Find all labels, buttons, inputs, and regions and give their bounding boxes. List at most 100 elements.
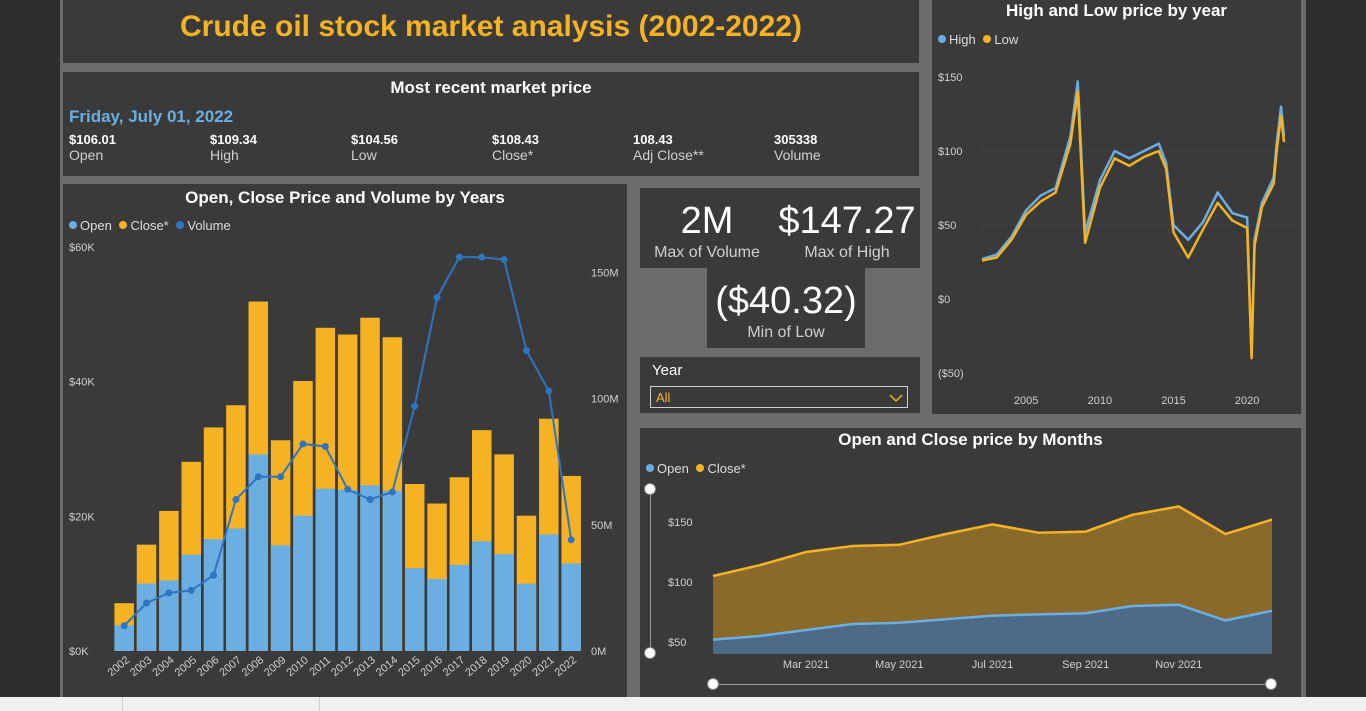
x-tick-label: 2014 bbox=[374, 654, 400, 679]
x-tick-label: 2012 bbox=[329, 654, 355, 679]
volume-point bbox=[210, 571, 218, 579]
chevron-down-icon[interactable] bbox=[889, 393, 903, 403]
x-tick-label: 2016 bbox=[419, 654, 445, 679]
x-tick-label: 2020 bbox=[1235, 395, 1259, 407]
year-dropdown[interactable]: All bbox=[650, 386, 908, 408]
bar-open bbox=[382, 490, 403, 651]
x-tick-label: 2002 bbox=[106, 654, 132, 679]
x-tick-label: Mar 2021 bbox=[783, 659, 829, 671]
bar-open bbox=[404, 568, 425, 651]
x-tick-label: 2019 bbox=[486, 654, 512, 679]
volume-point bbox=[388, 488, 396, 496]
volume-point bbox=[433, 294, 441, 301]
y-tick-label: $50 bbox=[668, 637, 686, 649]
volume-point bbox=[299, 440, 307, 448]
x-tick-label: 2003 bbox=[128, 654, 154, 679]
vertical-zoom-handle-top[interactable] bbox=[644, 483, 656, 495]
stat-label: Volume bbox=[774, 147, 821, 163]
left-margin bbox=[0, 0, 60, 697]
y-tick-label: $150 bbox=[938, 72, 962, 84]
x-tick-label: 2005 bbox=[1014, 395, 1038, 407]
bar-open bbox=[539, 534, 559, 651]
volume-point bbox=[455, 253, 463, 261]
stat-value: 108.43 bbox=[633, 132, 673, 147]
x-tick-label: 2017 bbox=[441, 654, 467, 679]
x-tick-label: 2018 bbox=[463, 654, 489, 679]
kpi-low-card: ($40.32) Min of Low bbox=[707, 268, 865, 348]
recent-date: Friday, July 01, 2022 bbox=[69, 107, 234, 126]
y-tick-label: $150 bbox=[668, 517, 692, 529]
kpi-max-volume-value: 2M bbox=[680, 200, 734, 242]
volume-point bbox=[165, 589, 173, 597]
y-tick-label-left: $20K bbox=[69, 511, 95, 523]
volume-point bbox=[321, 442, 329, 450]
high-low-panel: High and Low price by year High Low ($50… bbox=[932, 0, 1301, 414]
horizontal-zoom-handle-left[interactable] bbox=[707, 678, 719, 690]
series-line-low bbox=[981, 90, 1286, 360]
recent-price-title: Most recent market price bbox=[390, 78, 592, 97]
x-tick-label: May 2021 bbox=[875, 659, 923, 671]
kpi-max-high-value: $147.27 bbox=[778, 200, 916, 242]
bar-open bbox=[315, 488, 336, 651]
x-tick-label: 2015 bbox=[1161, 395, 1185, 407]
volume-point bbox=[254, 473, 262, 481]
recent-price-card: Most recent market price Friday, July 01… bbox=[63, 72, 919, 176]
y-tick-label: $100 bbox=[668, 577, 692, 589]
horizontal-zoom-handle-right[interactable] bbox=[1265, 678, 1277, 690]
x-tick-label: 2010 bbox=[284, 654, 310, 679]
bar-open bbox=[114, 625, 134, 651]
year-slicer: Year All bbox=[640, 357, 920, 413]
x-tick-label: 2007 bbox=[217, 654, 243, 679]
stat-label: Low bbox=[351, 147, 377, 163]
volume-point bbox=[344, 485, 352, 493]
bar-open bbox=[561, 563, 581, 651]
volume-point bbox=[411, 402, 419, 410]
stat-label: Adj Close** bbox=[633, 147, 704, 163]
x-tick-label: 2005 bbox=[173, 654, 199, 679]
x-tick-label: 2020 bbox=[508, 654, 534, 679]
bar-open bbox=[472, 541, 492, 651]
title-panel: Crude oil stock market analysis (2002-20… bbox=[63, 0, 919, 63]
y-tick-label: $50 bbox=[938, 220, 956, 232]
y-tick-label-left: $40K bbox=[69, 377, 95, 389]
stat-value: $104.56 bbox=[351, 132, 398, 147]
bar-open bbox=[494, 554, 514, 651]
stat-label: High bbox=[210, 147, 239, 163]
x-tick-label: 2015 bbox=[396, 654, 422, 679]
kpi-min-low-label: Min of Low bbox=[747, 324, 825, 341]
bottom-bar-divider bbox=[319, 697, 320, 711]
x-tick-label: 2004 bbox=[150, 654, 176, 679]
bar-open bbox=[449, 564, 470, 651]
volume-point bbox=[277, 473, 285, 481]
x-tick-label: 2013 bbox=[351, 654, 377, 679]
x-tick-label: 2010 bbox=[1088, 395, 1112, 407]
vertical-zoom-handle-bottom[interactable] bbox=[644, 647, 656, 659]
stat-value: $106.01 bbox=[69, 132, 116, 147]
volume-point bbox=[567, 536, 575, 544]
bar-open bbox=[516, 583, 537, 651]
volume-point bbox=[545, 387, 553, 395]
x-tick-label: 2006 bbox=[195, 654, 221, 679]
horizontal-zoom-track[interactable] bbox=[714, 684, 1271, 685]
volume-point bbox=[187, 586, 195, 594]
stat-label: Close* bbox=[492, 147, 534, 163]
volume-point bbox=[366, 496, 374, 503]
vertical-zoom-track[interactable] bbox=[650, 490, 651, 653]
combo-chart: $0K $20K $40K $60K 0M 50M 100M 150M 200220032004… bbox=[69, 242, 619, 679]
series-line-high bbox=[981, 80, 1286, 357]
monthly-panel: Open and Close price by Months Open Clos… bbox=[640, 428, 1301, 697]
volume-point bbox=[478, 253, 486, 261]
volume-point bbox=[232, 496, 240, 503]
bar-open bbox=[226, 528, 246, 651]
stat-value: $109.34 bbox=[210, 132, 257, 147]
bar-open bbox=[293, 515, 313, 651]
y-tick-label: $100 bbox=[938, 146, 962, 158]
kpi-max-volume-label: Max of Volume bbox=[654, 244, 760, 261]
x-tick-label: 2011 bbox=[307, 654, 333, 678]
x-tick-label: Nov 2021 bbox=[1155, 659, 1202, 671]
x-tick-label: Sep 2021 bbox=[1062, 659, 1109, 671]
y-tick-label-right: 150M bbox=[591, 267, 619, 279]
x-tick-label: 2008 bbox=[240, 654, 266, 679]
bottom-bar bbox=[0, 697, 1366, 711]
kpi-volume-card: 2M Max of Volume bbox=[640, 188, 774, 268]
